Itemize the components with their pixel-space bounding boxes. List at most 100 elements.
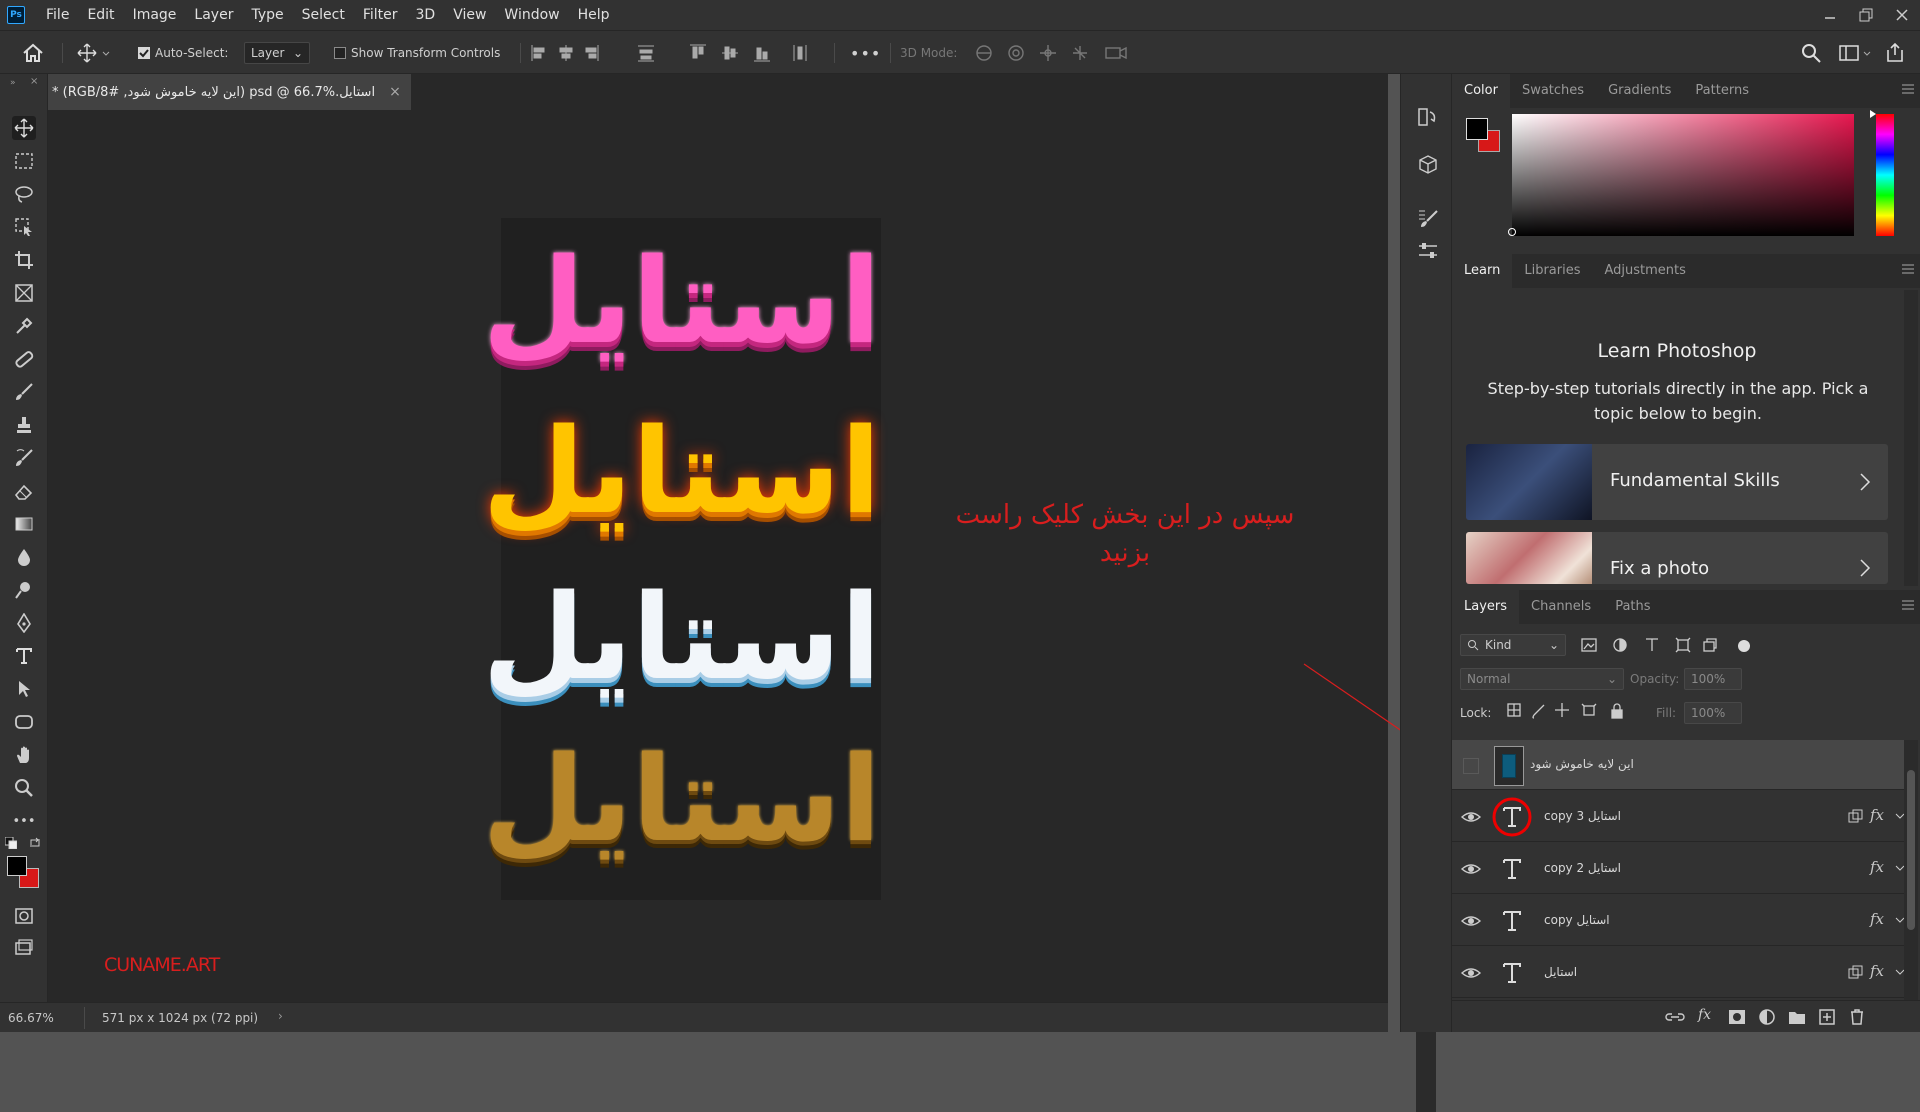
eyedropper-tool[interactable]: [12, 314, 36, 338]
new-layer-icon[interactable]: [1818, 1008, 1836, 1026]
shape-tool[interactable]: [12, 710, 36, 734]
quick-mask-button[interactable]: [12, 904, 36, 928]
screen-mode-button[interactable]: [12, 936, 36, 960]
history-panel-button[interactable]: [1417, 106, 1439, 128]
brush-settings-button[interactable]: [1417, 208, 1439, 230]
edit-toolbar-button[interactable]: •••: [12, 809, 36, 833]
menu-image[interactable]: Image: [124, 0, 186, 30]
clone-stamp-tool[interactable]: [12, 413, 36, 437]
zoom-level[interactable]: 66.67%: [8, 1011, 54, 1025]
layer-row[interactable]: این لایه خاموش شود: [1452, 740, 1914, 790]
fill-input[interactable]: 100%: [1684, 702, 1742, 724]
hue-slider[interactable]: [1870, 110, 1894, 236]
crop-tool[interactable]: [12, 248, 36, 272]
properties-button[interactable]: [1417, 240, 1439, 262]
panel-foreground-swatch[interactable]: [1466, 118, 1488, 140]
type-tool[interactable]: [12, 644, 36, 668]
layer-row[interactable]: استایل copy 2 fx: [1452, 844, 1914, 894]
opacity-input[interactable]: 100%: [1684, 668, 1742, 690]
layer-kind-filter[interactable]: Kind ⌄: [1460, 634, 1566, 656]
brush-tool[interactable]: [12, 380, 36, 404]
menu-layer[interactable]: Layer: [185, 0, 242, 30]
3d-panel-button[interactable]: [1417, 154, 1439, 176]
healing-brush-tool[interactable]: [12, 347, 36, 371]
learn-panel-scrollbar[interactable]: [1904, 290, 1918, 586]
layers-scrollbar[interactable]: [1904, 740, 1918, 1000]
auto-select-checkbox[interactable]: Auto-Select:: [138, 41, 228, 65]
color-swatches[interactable]: [7, 856, 41, 890]
move-tool-preset[interactable]: [76, 41, 110, 65]
menu-3d[interactable]: 3D: [407, 0, 445, 30]
foreground-color-swatch[interactable]: [7, 856, 27, 876]
marquee-tool[interactable]: [12, 149, 36, 173]
menu-window[interactable]: Window: [495, 0, 568, 30]
tab-libraries[interactable]: Libraries: [1512, 254, 1592, 288]
workspace-switcher[interactable]: [1838, 41, 1872, 65]
layer-row[interactable]: استایل fx: [1452, 948, 1914, 998]
menu-filter[interactable]: Filter: [354, 0, 407, 30]
tab-gradients[interactable]: Gradients: [1596, 74, 1683, 108]
gradient-tool[interactable]: [12, 512, 36, 536]
folder-icon[interactable]: [1788, 1009, 1806, 1025]
layer-effects-icon[interactable]: fx: [1870, 962, 1884, 980]
tab-color[interactable]: Color: [1452, 74, 1510, 108]
blur-tool[interactable]: [12, 545, 36, 569]
swap-colors-button[interactable]: [28, 836, 42, 850]
show-transform-controls-checkbox[interactable]: Show Transform Controls: [334, 41, 500, 65]
eraser-tool[interactable]: [12, 479, 36, 503]
blend-mode-dropdown[interactable]: Normal ⌄: [1460, 668, 1624, 690]
color-field[interactable]: [1508, 114, 1854, 236]
add-mask-icon[interactable]: [1728, 1009, 1746, 1025]
pen-tool[interactable]: [12, 611, 36, 635]
eye-icon[interactable]: [1460, 962, 1482, 984]
eye-icon[interactable]: [1460, 910, 1482, 932]
hand-tool[interactable]: [12, 743, 36, 767]
move-tool[interactable]: [12, 116, 36, 140]
history-brush-tool[interactable]: [12, 446, 36, 470]
menu-file[interactable]: File: [37, 0, 78, 30]
layer-effects-icon[interactable]: fx: [1870, 910, 1884, 928]
more-options-button[interactable]: •••: [850, 41, 881, 65]
tab-channels[interactable]: Channels: [1519, 590, 1603, 624]
eye-icon[interactable]: [1460, 806, 1482, 828]
layer-effects-icon[interactable]: fx: [1870, 806, 1884, 824]
dodge-tool[interactable]: [12, 578, 36, 602]
search-button[interactable]: [1800, 41, 1822, 65]
status-menu-chevron-icon[interactable]: ›: [278, 1009, 283, 1023]
menu-type[interactable]: Type: [242, 0, 292, 30]
tab-swatches[interactable]: Swatches: [1510, 74, 1596, 108]
visibility-toggle-off[interactable]: [1463, 758, 1479, 774]
close-window-button[interactable]: [1884, 0, 1920, 30]
default-colors-button[interactable]: [4, 836, 18, 850]
layer-effects-icon[interactable]: fx: [1870, 858, 1884, 876]
object-selection-tool[interactable]: [12, 215, 36, 239]
menu-help[interactable]: Help: [569, 0, 619, 30]
eye-icon[interactable]: [1460, 858, 1482, 880]
lesson-card-fundamental-skills[interactable]: Fundamental Skills: [1466, 444, 1888, 520]
tab-patterns[interactable]: Patterns: [1683, 74, 1761, 108]
path-selection-tool[interactable]: [12, 677, 36, 701]
tab-paths[interactable]: Paths: [1603, 590, 1662, 624]
tab-layers[interactable]: Layers: [1452, 590, 1520, 624]
panel-menu-icon[interactable]: [1902, 84, 1914, 94]
menu-view[interactable]: View: [444, 0, 495, 30]
tab-learn[interactable]: Learn: [1452, 254, 1513, 288]
menu-edit[interactable]: Edit: [78, 0, 123, 30]
document-tab[interactable]: استایل.psd @ 66.7% (این لایه خاموش شود, …: [48, 74, 411, 110]
minimize-button[interactable]: [1812, 0, 1848, 30]
document-canvas[interactable]: استایل استایل استایل استایل: [482, 218, 881, 900]
color-picker-handle[interactable]: [1508, 228, 1516, 236]
panel-menu-icon[interactable]: [1902, 264, 1914, 274]
layer-row[interactable]: استایل copy fx: [1452, 896, 1914, 946]
link-layers-icon[interactable]: [1664, 1009, 1686, 1025]
home-button[interactable]: [22, 41, 44, 65]
add-layer-style-icon[interactable]: fx: [1698, 1007, 1711, 1023]
layer-row[interactable]: استایل copy 3 fx: [1452, 792, 1914, 842]
lesson-card-fix-a-photo[interactable]: Fix a photo: [1466, 532, 1888, 584]
panel-color-swatches[interactable]: [1466, 118, 1502, 154]
auto-select-target-dropdown[interactable]: Layer ⌄: [244, 42, 310, 64]
close-document-icon[interactable]: ×: [389, 84, 401, 100]
lasso-tool[interactable]: [12, 182, 36, 206]
tab-adjustments[interactable]: Adjustments: [1593, 254, 1698, 288]
adjustment-layer-icon[interactable]: [1758, 1008, 1776, 1026]
